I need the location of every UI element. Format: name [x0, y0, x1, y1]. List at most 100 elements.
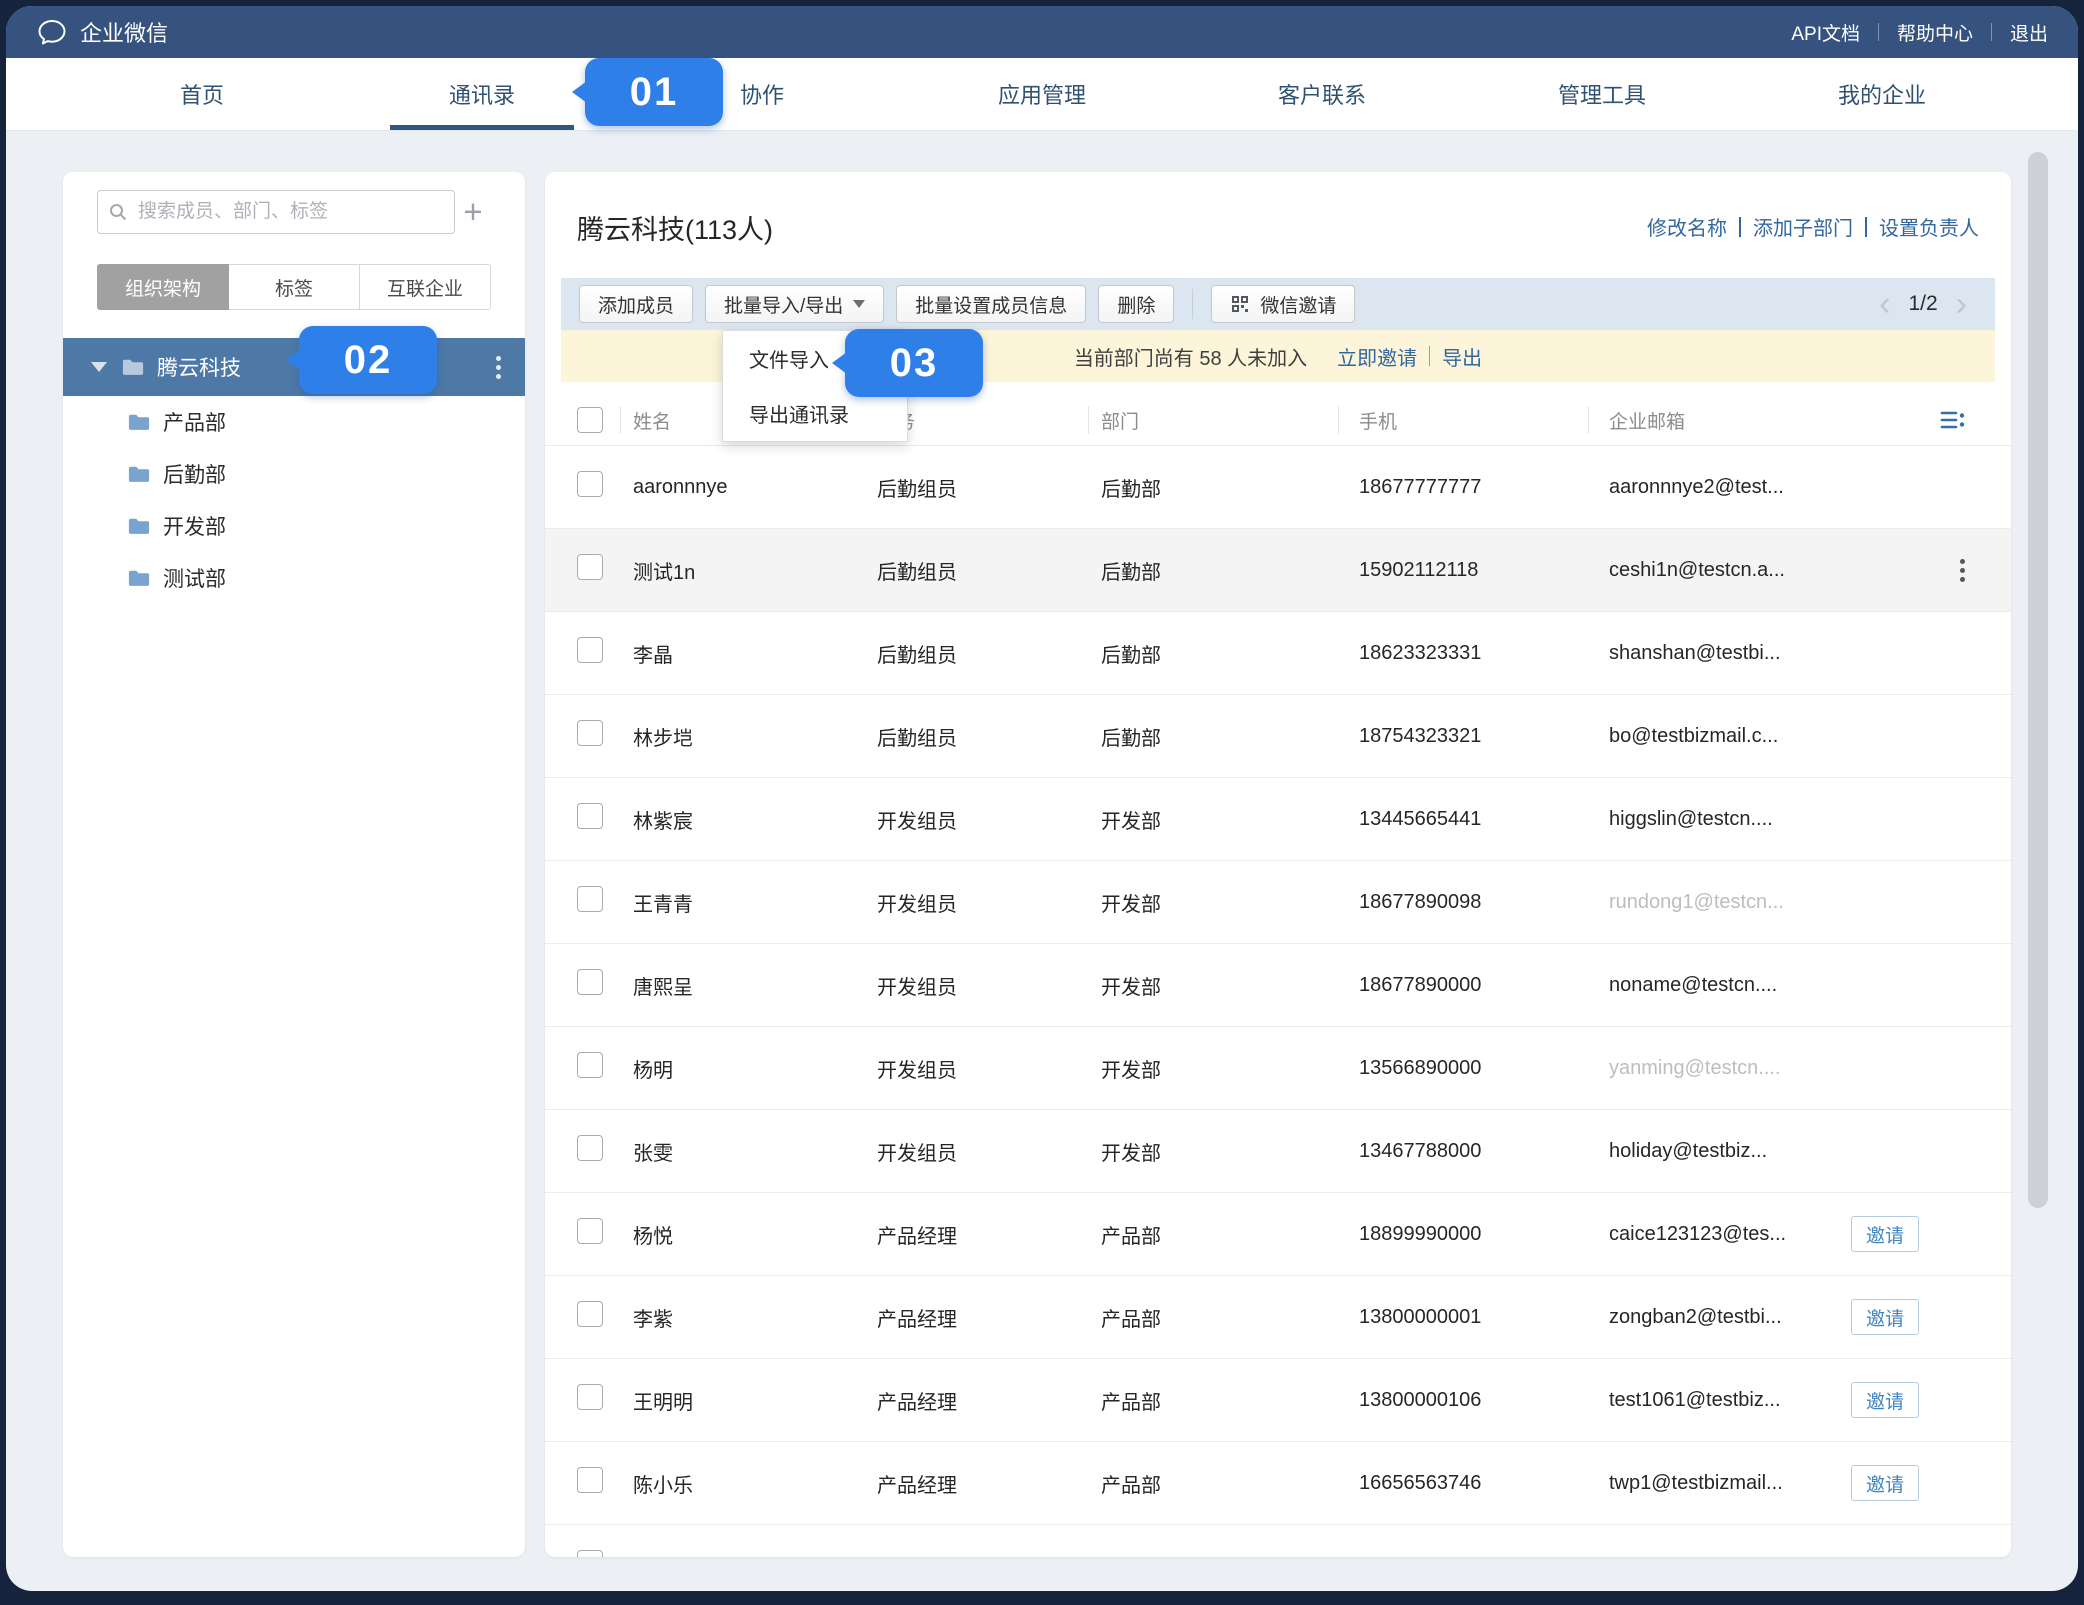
- cell-phone: 18677777777: [1351, 476, 1601, 499]
- batch-set-info-button[interactable]: 批量设置成员信息: [896, 285, 1086, 323]
- cell-name: 林紫宸: [633, 805, 877, 834]
- row-checkbox[interactable]: [577, 1384, 603, 1410]
- primary-nav: 首页通讯录协作应用管理客户联系管理工具我的企业: [6, 58, 2078, 131]
- row-checkbox[interactable]: [577, 1218, 603, 1244]
- cell-phone: 18623323331: [1351, 642, 1601, 665]
- wechat-work-logo-icon: [36, 18, 68, 46]
- cell-dept: 产品部: [1101, 1386, 1351, 1415]
- cell-name: 张雯: [633, 1137, 877, 1166]
- cell-dept: 后勤部: [1101, 639, 1351, 668]
- department-action-link[interactable]: 添加子部门: [1753, 212, 1853, 241]
- table-row: 林步垲 后勤组员 后勤部 18754323321 bo@testbizmail.…: [545, 695, 2011, 778]
- cell-name: 陈小乐: [633, 1469, 877, 1498]
- org-tree: 腾云科技 产品部 后勤部 开发部 测试部: [63, 338, 525, 604]
- topbar-link[interactable]: 退出: [2010, 19, 2048, 46]
- invite-now-link[interactable]: 立即邀请: [1337, 342, 1417, 371]
- cell-name: 杨悦: [633, 1220, 877, 1249]
- row-checkbox[interactable]: [577, 720, 603, 746]
- row-checkbox[interactable]: [577, 1052, 603, 1078]
- page-next-icon[interactable]: ›: [1956, 287, 1967, 321]
- row-checkbox[interactable]: [577, 471, 603, 497]
- column-header-dept: 部门: [1101, 395, 1351, 445]
- cell-title: 开发组员: [877, 1054, 1101, 1083]
- tree-more-icon[interactable]: [492, 352, 505, 383]
- batch-import-export-button[interactable]: 批量导入/导出: [705, 285, 884, 323]
- topbar-link[interactable]: 帮助中心: [1897, 19, 1973, 46]
- cell-dept: 后勤部: [1101, 722, 1351, 751]
- cell-phone: 15902112118: [1351, 559, 1601, 582]
- sidebar-tabs: 组织架构标签互联企业: [97, 264, 491, 310]
- tree-node-label: 产品部: [163, 407, 226, 437]
- table-row: 唐熙呈 开发组员 开发部 18677890000 noname@testcn..…: [545, 944, 2011, 1027]
- delete-button[interactable]: 删除: [1098, 285, 1174, 323]
- cell-email: caice123123@tes...: [1601, 1223, 1851, 1246]
- nav-tab[interactable]: 应用管理: [902, 58, 1182, 130]
- tree-node-label: 腾云科技: [157, 352, 241, 382]
- tree-node-child[interactable]: 开发部: [63, 500, 525, 552]
- invite-button[interactable]: 邀请: [1851, 1299, 1919, 1335]
- export-link[interactable]: 导出: [1442, 342, 1482, 371]
- cell-title: 产品经理: [877, 1303, 1101, 1332]
- select-all-checkbox[interactable]: [577, 407, 603, 433]
- row-checkbox[interactable]: [577, 554, 603, 580]
- banner-text: 当前部门尚有 58 人未加入: [1074, 342, 1307, 371]
- cell-email: noname@testbiz...: [1601, 1555, 1851, 1558]
- cell-email: zongban2@testbi...: [1601, 1306, 1851, 1329]
- cell-name: aaronnnye: [633, 476, 877, 499]
- column-header-phone: 手机: [1351, 395, 1601, 445]
- cell-dept: 产品部: [1101, 1469, 1351, 1498]
- folder-icon: [127, 413, 151, 432]
- cell-email: higgslin@testcn....: [1601, 808, 1851, 831]
- row-checkbox[interactable]: [577, 1135, 603, 1161]
- cell-name: 杨明: [633, 1054, 877, 1083]
- invite-button[interactable]: 邀请: [1851, 1465, 1919, 1501]
- row-checkbox[interactable]: [577, 1301, 603, 1327]
- cell-title: 后勤组员: [877, 556, 1101, 585]
- sidebar-tab[interactable]: 互联企业: [360, 264, 491, 310]
- nav-tab[interactable]: 管理工具: [1462, 58, 1742, 130]
- cell-name: 李少卿: [633, 1552, 877, 1558]
- row-checkbox[interactable]: [577, 803, 603, 829]
- caret-down-icon[interactable]: [91, 362, 107, 372]
- page-scrollbar[interactable]: [2028, 152, 2048, 1208]
- department-action-link[interactable]: 设置负责人: [1879, 212, 1979, 241]
- add-department-button[interactable]: +: [455, 194, 491, 230]
- row-checkbox[interactable]: [577, 886, 603, 912]
- cell-dept: 开发部: [1101, 805, 1351, 834]
- row-checkbox[interactable]: [577, 1550, 603, 1557]
- cell-dept: 产品部: [1101, 1220, 1351, 1249]
- tree-node-child[interactable]: 产品部: [63, 396, 525, 448]
- search-input[interactable]: [97, 190, 455, 234]
- nav-tab[interactable]: 我的企业: [1742, 58, 2022, 130]
- tree-node-label: 后勤部: [163, 459, 226, 489]
- invite-button[interactable]: 邀请: [1851, 1382, 1919, 1418]
- sidebar-search-row: +: [97, 190, 491, 234]
- nav-tab[interactable]: 首页: [62, 58, 342, 130]
- cell-phone: 18677890098: [1351, 891, 1601, 914]
- row-checkbox[interactable]: [577, 1467, 603, 1493]
- invite-button[interactable]: 邀请: [1851, 1216, 1919, 1252]
- cell-phone: 18754323321: [1351, 725, 1601, 748]
- row-checkbox[interactable]: [577, 637, 603, 663]
- page-prev-icon[interactable]: ‹: [1879, 287, 1890, 321]
- brand: 企业微信: [36, 16, 168, 48]
- nav-tab[interactable]: 客户联系: [1182, 58, 1462, 130]
- wechat-invite-button[interactable]: 微信邀请: [1211, 285, 1355, 323]
- tree-node-label: 测试部: [163, 563, 226, 593]
- sidebar-tab[interactable]: 组织架构: [97, 264, 229, 310]
- row-checkbox[interactable]: [577, 969, 603, 995]
- folder-icon: [121, 358, 145, 377]
- tree-node-child[interactable]: 后勤部: [63, 448, 525, 500]
- add-member-button[interactable]: 添加成员: [579, 285, 693, 323]
- cell-email: aaronnnye2@test...: [1601, 476, 1851, 499]
- department-title: 腾云科技(113人): [577, 208, 773, 247]
- column-settings-icon[interactable]: [1939, 409, 1967, 431]
- table-row: 杨明 开发组员 开发部 13566890000 yanming@testcn..…: [545, 1027, 2011, 1110]
- topbar-link[interactable]: API文档: [1791, 19, 1860, 46]
- sidebar-tab[interactable]: 标签: [229, 264, 360, 310]
- department-action-link[interactable]: 修改名称: [1647, 212, 1727, 241]
- folder-icon: [127, 569, 151, 588]
- tree-node-child[interactable]: 测试部: [63, 552, 525, 604]
- brand-name: 企业微信: [80, 16, 168, 48]
- row-more-icon[interactable]: [1956, 555, 1969, 586]
